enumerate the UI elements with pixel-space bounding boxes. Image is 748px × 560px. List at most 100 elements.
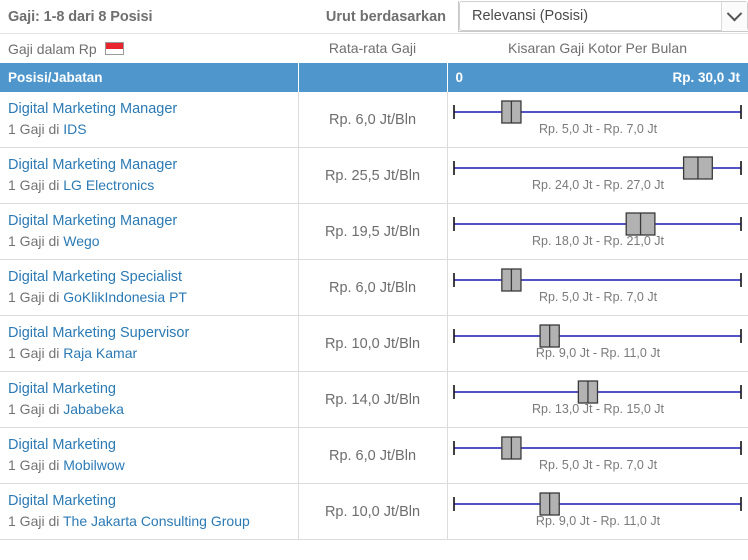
currency-caption: Gaji dalam Rp: [0, 41, 298, 57]
header-average[interactable]: [298, 63, 448, 92]
position-cell: Digital Marketing 1 Gaji di Mobilwow: [0, 427, 299, 484]
chevron-down-icon: [726, 5, 743, 22]
position-title-link[interactable]: Digital Marketing Manager: [8, 156, 298, 176]
salary-range-cell: Rp. 18,0 Jt - Rp. 21,0 Jt: [447, 203, 748, 260]
position-subtitle: 1 Gaji di Mobilwow: [8, 456, 298, 475]
salary-range-text: Rp. 5,0 Jt - Rp. 7,0 Jt: [538, 458, 658, 472]
position-subtitle: 1 Gaji di Raja Kamar: [8, 344, 298, 363]
position-subtitle: 1 Gaji di GoKlikIndonesia PT: [8, 288, 298, 307]
table-row[interactable]: Digital Marketing Manager 1 Gaji di Wego R…: [0, 203, 748, 260]
sort-by-label: Urut berdasarkan: [325, 8, 446, 25]
position-title-link[interactable]: Digital Marketing: [8, 380, 298, 400]
average-salary-value: Rp. 19,5 Jt/Bln: [324, 223, 421, 240]
average-salary-cell: Rp. 10,0 Jt/Bln: [298, 483, 448, 540]
position-subtitle: 1 Gaji di Wego: [8, 232, 298, 251]
position-title-link[interactable]: Digital Marketing Supervisor: [8, 324, 298, 344]
range-caption: Kisaran Gaji Kotor Per Bulan: [447, 40, 748, 58]
salary-boxplot: Rp. 18,0 Jt - Rp. 21,0 Jt: [448, 204, 748, 259]
table-row[interactable]: Digital Marketing 1 Gaji di Jababeka Rp. 1…: [0, 371, 748, 428]
results-toolbar: Gaji: 1-8 dari 8 Posisi Urut berdasarkan…: [0, 0, 748, 33]
salary-count-prefix: 1 Gaji di: [8, 120, 64, 137]
position-cell: Digital Marketing 1 Gaji di The Jakarta C…: [0, 483, 299, 540]
salary-range-text: Rp. 13,0 Jt - Rp. 15,0 Jt: [531, 402, 664, 416]
average-salary-cell: Rp. 10,0 Jt/Bln: [298, 315, 448, 372]
position-title-link[interactable]: Digital Marketing: [8, 436, 298, 456]
salary-count-prefix: 1 Gaji di: [8, 288, 64, 305]
salary-count-prefix: 1 Gaji di: [8, 400, 64, 417]
salary-range-cell: Rp. 9,0 Jt - Rp. 11,0 Jt: [447, 315, 748, 372]
header-position[interactable]: Posisi/Jabatan: [0, 63, 299, 92]
salary-range-text: Rp. 5,0 Jt - Rp. 7,0 Jt: [538, 122, 658, 136]
sort-by-select[interactable]: Relevansi (Posisi): [458, 1, 748, 32]
position-cell: Digital Marketing Manager 1 Gaji di IDS: [0, 92, 299, 148]
salary-range-text: Rp. 9,0 Jt - Rp. 11,0 Jt: [535, 514, 661, 528]
range-label: Kisaran Gaji Kotor Per Bulan: [508, 39, 687, 56]
salary-range-cell: Rp. 5,0 Jt - Rp. 7,0 Jt: [447, 427, 748, 484]
position-cell: Digital Marketing Manager 1 Gaji di Wego: [0, 203, 299, 260]
position-subtitle: 1 Gaji di LG Electronics: [8, 176, 298, 195]
salary-boxplot: Rp. 5,0 Jt - Rp. 7,0 Jt: [448, 428, 748, 483]
average-salary-value: Rp. 14,0 Jt/Bln: [324, 391, 421, 408]
table-row[interactable]: Digital Marketing Specialist 1 Gaji di Go…: [0, 259, 748, 316]
company-link[interactable]: Jababeka: [63, 401, 124, 417]
position-title-link[interactable]: Digital Marketing Specialist: [8, 268, 298, 288]
table-row[interactable]: Digital Marketing Manager 1 Gaji di LG El…: [0, 147, 748, 204]
average-salary-cell: Rp. 6,0 Jt/Bln: [298, 259, 448, 316]
salary-boxplot: Rp. 24,0 Jt - Rp. 27,0 Jt: [448, 148, 748, 203]
salary-count-prefix: 1 Gaji di: [8, 232, 64, 249]
average-salary-cell: Rp. 14,0 Jt/Bln: [298, 371, 448, 428]
salary-range-text: Rp. 5,0 Jt - Rp. 7,0 Jt: [538, 290, 658, 304]
table-row[interactable]: Digital Marketing Supervisor 1 Gaji di Ra…: [0, 315, 748, 372]
table-row[interactable]: Digital Marketing 1 Gaji di Mobilwow Rp. 6…: [0, 427, 748, 484]
position-subtitle: 1 Gaji di Jababeka: [8, 400, 298, 419]
average-salary-value: Rp. 10,0 Jt/Bln: [324, 335, 421, 352]
salary-range-text: Rp. 18,0 Jt - Rp. 21,0 Jt: [531, 234, 664, 248]
position-subtitle: 1 Gaji di The Jakarta Consulting Group: [8, 512, 298, 531]
salary-boxplot: Rp. 9,0 Jt - Rp. 11,0 Jt: [448, 316, 748, 371]
position-title-link[interactable]: Digital Marketing Manager: [8, 212, 298, 232]
salary-range-cell: Rp. 13,0 Jt - Rp. 15,0 Jt: [447, 371, 748, 428]
salary-range-text: Rp. 9,0 Jt - Rp. 11,0 Jt: [535, 346, 661, 360]
average-salary-value: Rp. 6,0 Jt/Bln: [328, 447, 417, 464]
position-cell: Digital Marketing Specialist 1 Gaji di Go…: [0, 259, 299, 316]
salary-boxplot: Rp. 5,0 Jt - Rp. 7,0 Jt: [448, 92, 748, 147]
table-row[interactable]: Digital Marketing Manager 1 Gaji di IDS Rp…: [0, 92, 748, 148]
company-link[interactable]: Wego: [63, 233, 99, 249]
company-link[interactable]: GoKlikIndonesia PT: [63, 289, 187, 305]
salary-boxplot: Rp. 13,0 Jt - Rp. 15,0 Jt: [448, 372, 748, 427]
results-count-title: Gaji: 1-8 dari 8 Posisi: [8, 8, 153, 25]
position-subtitle: 1 Gaji di IDS: [8, 120, 298, 139]
salary-range-cell: Rp. 24,0 Jt - Rp. 27,0 Jt: [447, 147, 748, 204]
position-cell: Digital Marketing Supervisor 1 Gaji di Ra…: [0, 315, 299, 372]
table-row[interactable]: Digital Marketing 1 Gaji di The Jakarta C…: [0, 483, 748, 540]
company-link[interactable]: The Jakarta Consulting Group: [63, 513, 250, 529]
company-link[interactable]: IDS: [63, 121, 86, 137]
salary-table-head: Posisi/Jabatan 0 Rp. 30,0 Jt: [0, 63, 748, 92]
average-salary-value: Rp. 6,0 Jt/Bln: [328, 111, 417, 128]
average-salary-value: Rp. 25,5 Jt/Bln: [324, 167, 421, 184]
salary-boxplot: Rp. 5,0 Jt - Rp. 7,0 Jt: [448, 260, 748, 315]
position-cell: Digital Marketing 1 Gaji di Jababeka: [0, 371, 299, 428]
salary-range-cell: Rp. 5,0 Jt - Rp. 7,0 Jt: [447, 259, 748, 316]
salary-boxplot: Rp. 9,0 Jt - Rp. 11,0 Jt: [448, 484, 748, 539]
salary-range-cell: Rp. 5,0 Jt - Rp. 7,0 Jt: [447, 92, 748, 148]
currency-label: Gaji dalam Rp: [8, 40, 97, 57]
sort-by-dropdown-toggle[interactable]: [721, 2, 747, 31]
salary-count-prefix: 1 Gaji di: [8, 344, 64, 361]
sort-by-selected-value: Relevansi (Posisi): [472, 8, 589, 24]
company-link[interactable]: LG Electronics: [63, 177, 154, 193]
header-axis: 0 Rp. 30,0 Jt: [447, 63, 748, 92]
salary-range-cell: Rp. 9,0 Jt - Rp. 11,0 Jt: [447, 483, 748, 540]
average-salary-cell: Rp. 6,0 Jt/Bln: [298, 427, 448, 484]
company-link[interactable]: Raja Kamar: [63, 345, 137, 361]
average-label: Rata-rata Gaji: [328, 39, 417, 56]
company-link[interactable]: Mobilwow: [63, 457, 124, 473]
column-captions-bar: Gaji dalam Rp Rata-rata Gaji Kisaran Gaj…: [0, 33, 748, 63]
average-salary-cell: Rp. 19,5 Jt/Bln: [298, 203, 448, 260]
salary-range-text: Rp. 24,0 Jt - Rp. 27,0 Jt: [531, 178, 664, 192]
indonesia-flag-icon: [104, 42, 124, 55]
salary-table: Posisi/Jabatan 0 Rp. 30,0 Jt Digital Mar…: [0, 63, 748, 540]
flag-red-band: [105, 43, 123, 49]
position-title-link[interactable]: Digital Marketing Manager: [8, 100, 298, 120]
position-title-link[interactable]: Digital Marketing: [8, 492, 298, 512]
